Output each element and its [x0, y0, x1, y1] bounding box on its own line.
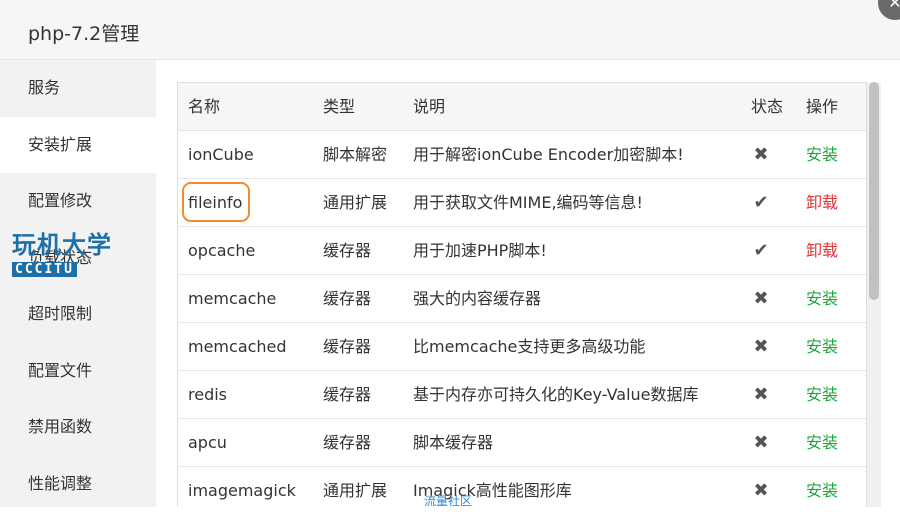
sidebar: 服务 安装扩展 配置修改 负载状态 超时限制 配置文件 禁用函数 性能调整: [0, 60, 156, 507]
ext-name: ionCube: [188, 145, 254, 164]
ext-type: 缓存器: [323, 337, 372, 356]
uninstall-button[interactable]: 卸载: [806, 179, 838, 226]
ext-name: fileinfo: [188, 193, 243, 212]
ext-type: 缓存器: [323, 385, 372, 404]
ext-name: memcached: [188, 337, 287, 356]
ext-name: opcache: [188, 241, 256, 260]
ext-desc: 强大的内容缓存器: [413, 289, 542, 308]
ext-name: imagemagick: [188, 481, 296, 500]
sidebar-item-load-status[interactable]: 负载状态: [0, 230, 156, 286]
table-row: opcache 缓存器 用于加速PHP脚本! ✔ 卸载: [178, 227, 866, 275]
sidebar-item-disabled-functions[interactable]: 禁用函数: [0, 399, 156, 455]
ext-type: 缓存器: [323, 433, 372, 452]
extension-table: 名称 类型 说明 状态 操作 ionCube 脚本解密 用于解密ionCube …: [177, 82, 867, 507]
table-row: redis 缓存器 基于内存亦可持久化的Key-Value数据库 ✖ 安装: [178, 371, 866, 419]
check-icon: ✔: [753, 192, 769, 213]
ext-type: 缓存器: [323, 241, 372, 260]
cross-icon: ✖: [753, 480, 769, 501]
ext-type: 缓存器: [323, 289, 372, 308]
sidebar-item-timeout-limit[interactable]: 超时限制: [0, 286, 156, 342]
header-type: 类型: [323, 97, 356, 116]
ext-desc: 比memcache支持更多高级功能: [413, 337, 646, 356]
ext-name: memcache: [188, 289, 277, 308]
ext-desc: 脚本缓存器: [413, 433, 494, 452]
install-button[interactable]: 安装: [806, 467, 838, 507]
table-row: apcu 缓存器 脚本缓存器 ✖ 安装: [178, 419, 866, 467]
header-desc: 说明: [413, 97, 446, 116]
install-button[interactable]: 安装: [806, 419, 838, 466]
cross-icon: ✖: [753, 144, 769, 165]
table-row: memcache 缓存器 强大的内容缓存器 ✖ 安装: [178, 275, 866, 323]
vertical-scrollbar[interactable]: [867, 82, 881, 507]
table-header: 名称 类型 说明 状态 操作: [178, 83, 866, 131]
ext-desc: 基于内存亦可持久化的Key-Value数据库: [413, 385, 699, 404]
sidebar-item-config-edit[interactable]: 配置修改: [0, 173, 156, 229]
install-button[interactable]: 安装: [806, 371, 838, 418]
window-titlebar: php-7.2管理: [0, 0, 900, 60]
sidebar-item-install-extension[interactable]: 安装扩展: [0, 117, 156, 173]
ext-name: apcu: [188, 433, 227, 452]
ext-type: 脚本解密: [323, 145, 388, 164]
table-row: ionCube 脚本解密 用于解密ionCube Encoder加密脚本! ✖ …: [178, 131, 866, 179]
cross-icon: ✖: [753, 384, 769, 405]
ext-desc: 用于获取文件MIME,编码等信息!: [413, 193, 643, 212]
header-status: 状态: [751, 97, 784, 116]
uninstall-button[interactable]: 卸载: [806, 227, 838, 274]
cross-icon: ✖: [753, 432, 769, 453]
header-op: 操作: [806, 97, 839, 116]
table-row: imagemagick 通用扩展 Imagick高性能图形库 ✖ 安装: [178, 467, 866, 507]
sidebar-item-performance[interactable]: 性能调整: [0, 456, 156, 512]
check-icon: ✔: [753, 240, 769, 261]
scrollbar-thumb[interactable]: [869, 82, 879, 300]
table-row: fileinfo 通用扩展 用于获取文件MIME,编码等信息! ✔ 卸载: [178, 179, 866, 227]
ext-type: 通用扩展: [323, 481, 388, 500]
ext-desc: 用于解密ionCube Encoder加密脚本!: [413, 145, 684, 164]
install-button[interactable]: 安装: [806, 131, 838, 178]
install-button[interactable]: 安装: [806, 323, 838, 370]
ext-type: 通用扩展: [323, 193, 388, 212]
header-name: 名称: [188, 97, 221, 116]
ext-desc: 用于加速PHP脚本!: [413, 241, 547, 260]
cross-icon: ✖: [753, 336, 769, 357]
cross-icon: ✖: [753, 288, 769, 309]
window-title: php-7.2管理: [28, 23, 140, 45]
table-row: memcached 缓存器 比memcache支持更多高级功能 ✖ 安装: [178, 323, 866, 371]
sidebar-item-config-file[interactable]: 配置文件: [0, 343, 156, 399]
footer-watermark: 流量社区: [424, 494, 473, 508]
install-button[interactable]: 安装: [806, 275, 838, 322]
sidebar-item-service[interactable]: 服务: [0, 60, 156, 116]
ext-name: redis: [188, 385, 228, 404]
